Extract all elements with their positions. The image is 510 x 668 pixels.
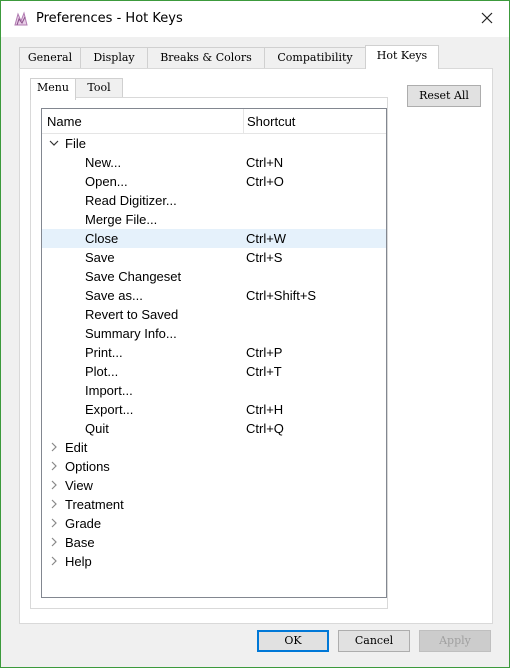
- item-shortcut: Ctrl+O: [246, 174, 284, 189]
- item-name: Save as...: [85, 288, 143, 303]
- tree-group-help[interactable]: Help: [42, 552, 386, 571]
- tree-group-treatment[interactable]: Treatment: [42, 495, 386, 514]
- item-name: Save: [85, 250, 115, 265]
- close-icon: [481, 12, 493, 24]
- tree-item-save-changeset[interactable]: Save Changeset: [42, 267, 386, 286]
- chevron-down-icon[interactable]: [49, 138, 59, 148]
- item-name: Open...: [85, 174, 128, 189]
- tree-item-save[interactable]: Save Ctrl+S: [42, 248, 386, 267]
- tab-compatibility[interactable]: Compatibility: [264, 47, 366, 68]
- item-name: Summary Info...: [85, 326, 177, 341]
- item-name: Print...: [85, 345, 123, 360]
- shortcut-column-header[interactable]: Shortcut: [247, 114, 295, 129]
- item-name: Merge File...: [85, 212, 158, 227]
- tree-group-label: View: [65, 478, 93, 493]
- tree-group-label: Treatment: [65, 497, 124, 512]
- item-name: Read Digitizer...: [85, 193, 177, 208]
- item-name: Quit: [85, 421, 109, 436]
- subtab-tool[interactable]: Tool: [75, 78, 123, 97]
- tree-header: Name Shortcut: [42, 109, 386, 134]
- tree-item-import[interactable]: Import...: [42, 381, 386, 400]
- tab-breaks-colors[interactable]: Breaks & Colors: [147, 47, 265, 68]
- ok-button[interactable]: OK: [257, 630, 329, 652]
- chevron-right-icon[interactable]: [49, 480, 59, 490]
- menu-panel: Name Shortcut File New... Ctrl+N Open...…: [30, 97, 388, 609]
- tab-hot-keys[interactable]: Hot Keys: [365, 45, 439, 69]
- subtab-menu[interactable]: Menu: [30, 78, 76, 100]
- item-name: Plot...: [85, 364, 119, 379]
- chevron-right-icon[interactable]: [49, 499, 59, 509]
- hotkey-tree[interactable]: Name Shortcut File New... Ctrl+N Open...…: [41, 108, 387, 598]
- chevron-right-icon[interactable]: [49, 518, 59, 528]
- item-shortcut: Ctrl+P: [246, 345, 283, 360]
- close-button[interactable]: [477, 8, 497, 28]
- chevron-right-icon[interactable]: [49, 537, 59, 547]
- window-title: Preferences - Hot Keys: [36, 11, 183, 26]
- tree-item-quit[interactable]: Quit Ctrl+Q: [42, 419, 386, 438]
- tree-group-label: Base: [65, 535, 95, 550]
- item-name: New...: [85, 155, 122, 170]
- tree-group-edit[interactable]: Edit: [42, 438, 386, 457]
- tab-general[interactable]: General: [19, 47, 81, 68]
- cancel-button[interactable]: Cancel: [338, 630, 410, 652]
- chevron-right-icon[interactable]: [49, 556, 59, 566]
- preferences-window: Preferences - Hot Keys General Display B…: [0, 0, 510, 668]
- column-divider[interactable]: [243, 109, 244, 133]
- item-name: Revert to Saved: [85, 307, 179, 322]
- item-name: Save Changeset: [85, 269, 182, 284]
- title-bar: Preferences - Hot Keys: [1, 1, 509, 37]
- item-shortcut: Ctrl+T: [246, 364, 282, 379]
- tree-group-grade[interactable]: Grade: [42, 514, 386, 533]
- item-shortcut: Ctrl+Shift+S: [246, 288, 317, 303]
- tree-item-plot[interactable]: Plot... Ctrl+T: [42, 362, 386, 381]
- tree-group-label: Help: [65, 554, 92, 569]
- hot-keys-panel: Menu Tool Reset All Name Shortcut File N…: [19, 68, 493, 624]
- item-name: Import...: [85, 383, 133, 398]
- item-name: Close: [85, 231, 119, 246]
- reset-all-button[interactable]: Reset All: [407, 85, 481, 107]
- tree-item-summary-info[interactable]: Summary Info...: [42, 324, 386, 343]
- tree-item-export[interactable]: Export... Ctrl+H: [42, 400, 386, 419]
- tree-item-save-as[interactable]: Save as... Ctrl+Shift+S: [42, 286, 386, 305]
- item-shortcut: Ctrl+Q: [246, 421, 284, 436]
- tree-group-file[interactable]: File: [42, 134, 386, 153]
- tree-item-open[interactable]: Open... Ctrl+O: [42, 172, 386, 191]
- name-column-header[interactable]: Name: [47, 114, 82, 129]
- tree-item-close[interactable]: Close Ctrl+W: [42, 229, 386, 248]
- item-shortcut: Ctrl+N: [246, 155, 284, 170]
- item-shortcut: Ctrl+S: [246, 250, 283, 265]
- tree-group-base[interactable]: Base: [42, 533, 386, 552]
- tree-item-revert-to-saved[interactable]: Revert to Saved: [42, 305, 386, 324]
- tree-group-view[interactable]: View: [42, 476, 386, 495]
- app-icon: [14, 11, 28, 26]
- tree-group-label: Grade: [65, 516, 102, 531]
- tree-item-read-digitizer[interactable]: Read Digitizer...: [42, 191, 386, 210]
- item-shortcut: Ctrl+H: [246, 402, 284, 417]
- tree-item-merge-file[interactable]: Merge File...: [42, 210, 386, 229]
- tree-group-options[interactable]: Options: [42, 457, 386, 476]
- tree-item-print[interactable]: Print... Ctrl+P: [42, 343, 386, 362]
- tree-group-label: Edit: [65, 440, 88, 455]
- tree-group-label: File: [65, 136, 86, 151]
- chevron-right-icon[interactable]: [49, 461, 59, 471]
- apply-button[interactable]: Apply: [419, 630, 491, 652]
- tree-group-label: Options: [65, 459, 110, 474]
- item-shortcut: Ctrl+W: [246, 231, 287, 246]
- chevron-right-icon[interactable]: [49, 442, 59, 452]
- tree-item-new[interactable]: New... Ctrl+N: [42, 153, 386, 172]
- item-name: Export...: [85, 402, 134, 417]
- tab-display[interactable]: Display: [80, 47, 148, 68]
